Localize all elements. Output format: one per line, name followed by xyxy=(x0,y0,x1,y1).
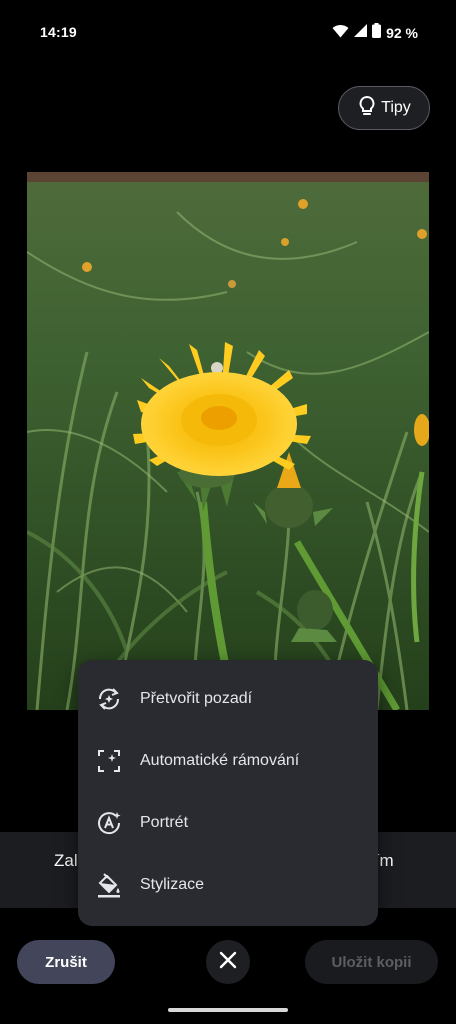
close-icon xyxy=(219,951,237,974)
reimagine-icon xyxy=(96,686,122,712)
menu-item-auto-frame[interactable]: Automatické rámování xyxy=(78,730,378,792)
dandelion-photo xyxy=(27,172,429,710)
menu-item-label: Stylizace xyxy=(140,876,205,893)
tips-button[interactable]: Tipy xyxy=(338,86,430,130)
menu-item-portrait[interactable]: Portrét xyxy=(78,792,378,854)
cancel-button[interactable]: Zrušit xyxy=(17,940,115,984)
cancel-label: Zrušit xyxy=(45,953,87,971)
save-copy-label: Uložit kopii xyxy=(331,953,412,971)
menu-item-stylize[interactable]: Stylizace xyxy=(78,854,378,916)
battery-percent: 92 % xyxy=(386,25,418,41)
auto-frame-icon xyxy=(96,748,122,774)
menu-item-reimagine[interactable]: Přetvořit pozadí xyxy=(78,668,378,730)
home-indicator[interactable] xyxy=(168,1008,288,1012)
save-copy-button[interactable]: Uložit kopii xyxy=(305,940,438,984)
tools-menu: Přetvořit pozadí Automatické rámování Po… xyxy=(78,660,378,926)
menu-item-label: Portrét xyxy=(140,814,189,831)
portrait-icon xyxy=(96,810,122,836)
close-button[interactable] xyxy=(206,940,250,984)
lightbulb-icon xyxy=(357,95,377,122)
status-bar: 14:19 92 % xyxy=(0,0,456,64)
paint-bucket-icon xyxy=(96,872,122,898)
menu-item-label: Automatické rámování xyxy=(140,752,300,769)
status-time: 14:19 xyxy=(40,24,77,40)
wifi-icon xyxy=(332,24,349,43)
battery-icon xyxy=(372,23,382,43)
edit-option-left-label: Zal xyxy=(54,851,78,870)
menu-item-label: Přetvořit pozadí xyxy=(140,690,253,707)
signal-icon xyxy=(354,24,368,42)
status-icons: 92 % xyxy=(332,23,418,43)
tips-label: Tipy xyxy=(381,99,411,116)
